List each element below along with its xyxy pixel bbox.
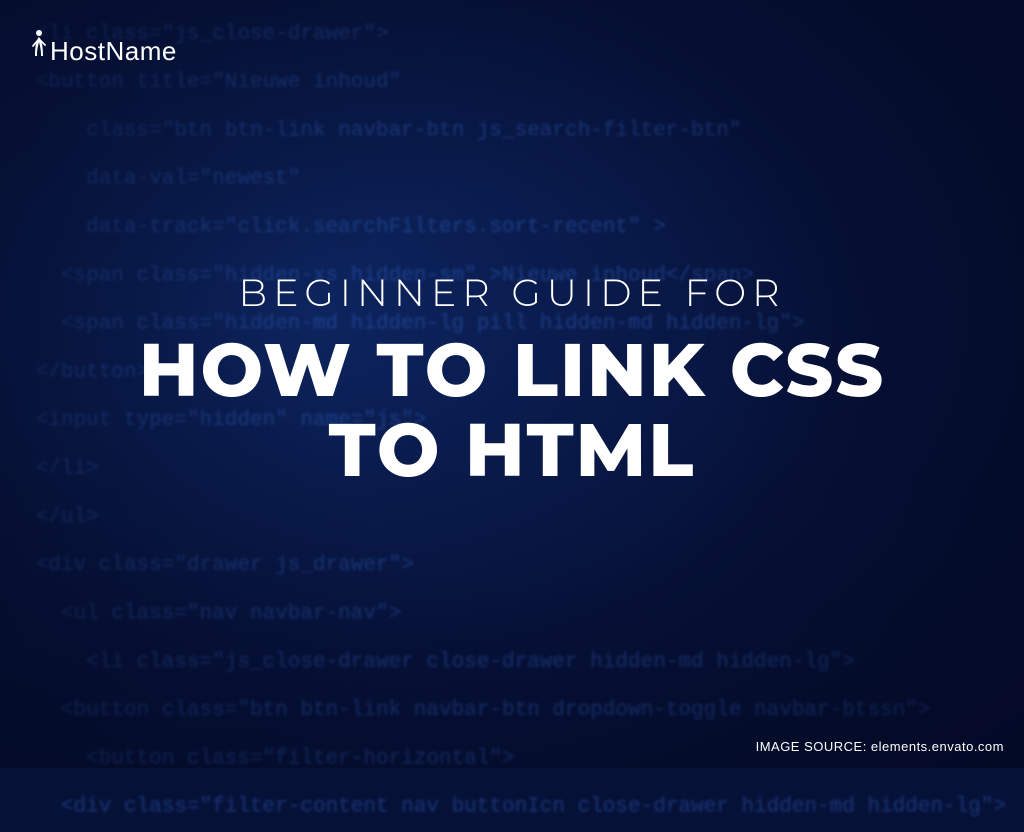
- code-line: <li class="js_close-drawer">: [36, 11, 1024, 59]
- hero-heading: BEGINNER GUIDE FOR HOW TO LINK CSS TO HT…: [0, 269, 1024, 490]
- code-line: data-val="newest": [36, 155, 1024, 203]
- code-line: <ul class="nav navbar-nav">: [36, 590, 1024, 638]
- hero-title: HOW TO LINK CSS TO HTML: [0, 330, 1024, 490]
- code-line: </ul>: [36, 493, 1024, 541]
- hero-subtitle: BEGINNER GUIDE FOR: [0, 269, 1024, 316]
- code-line: <button class="btn btn-link navbar-btn d…: [36, 687, 1024, 735]
- code-line: class="btn btn-link navbar-btn js_search…: [36, 107, 1024, 155]
- brand-logo: HostName: [30, 28, 177, 64]
- logo-figure-icon: [30, 28, 48, 64]
- hero-title-line-2: TO HTML: [329, 404, 696, 495]
- image-source-credit: IMAGE SOURCE: elements.envato.com: [756, 739, 1004, 754]
- code-line: data-track="click.searchFilters.sort-rec…: [36, 204, 1024, 252]
- hero-title-line-1: HOW TO LINK CSS: [139, 324, 885, 415]
- code-line: <div class="filter-content nav buttonIcn…: [36, 783, 1024, 831]
- code-line: <button title="Nieuwe inhoud": [36, 59, 1024, 107]
- logo-text: HostName: [50, 38, 177, 64]
- code-line: <li class="js_close-drawer close-drawer …: [36, 638, 1024, 686]
- code-line: <div class="drawer js_drawer">: [36, 542, 1024, 590]
